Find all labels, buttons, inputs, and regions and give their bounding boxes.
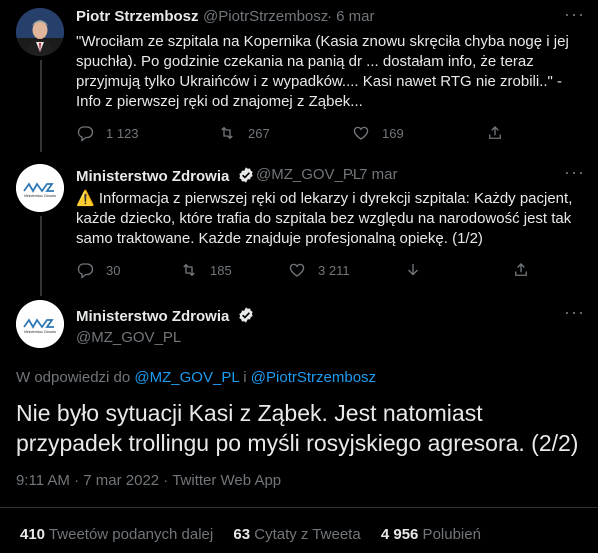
tweet2-like-button[interactable]: 3 211 (288, 261, 350, 279)
tweet1-retweet-button[interactable]: 267 (218, 124, 270, 142)
tweet2-date[interactable]: · 7 mar (350, 166, 398, 183)
retweet-icon (221, 126, 233, 140)
tweet1-text-line: "Wrociłam ze szpitala na Kopernika (Kasi… (76, 33, 569, 50)
tweet1-share-button[interactable] (486, 124, 516, 142)
divider (0, 507, 598, 508)
tweet2-reply-count: 30 (106, 262, 121, 278)
main-more-icon[interactable]: ··· (564, 302, 585, 323)
avatar-ministerstwo-main[interactable]: Ministerstwo Zdrowia (16, 300, 64, 348)
tweet2-share-button[interactable] (512, 261, 542, 279)
chevron-down-icon (408, 264, 418, 276)
logo-text: Ministerstwo Zdrowia (24, 194, 56, 198)
quotes-count: 63 (233, 526, 251, 543)
main-author-handle[interactable]: @MZ_GOV_PL (76, 329, 181, 346)
thread-line (40, 60, 42, 152)
engagement-stats: 410 Tweetów podanych dalej 63 Cytaty z T… (20, 526, 497, 543)
retweet-icon (183, 263, 195, 277)
heart-icon (289, 263, 305, 277)
reply-context: W odpowiedzi do @MZ_GOV_PL i @PiotrStrze… (16, 369, 376, 386)
main-author-name[interactable]: Ministerstwo Zdrowia (76, 306, 255, 325)
tweet2-retweet-count: 185 (210, 262, 232, 278)
tweet2-text-line: ⚠️ Informacja z pierwszej ręki od lekarz… (76, 190, 573, 207)
retweets-label: Tweetów podanych dalej (45, 526, 214, 543)
tweet2-retweet-button[interactable]: 185 (180, 261, 232, 279)
retweets-count: 410 (20, 526, 46, 543)
tweet1-date[interactable]: · 6 mar (327, 8, 375, 25)
avatar-piotr[interactable] (16, 8, 64, 56)
tweet1-text: "Wrociłam ze szpitala na Kopernika (Kasi… (76, 32, 586, 112)
reply-icon (77, 263, 94, 279)
likes-count: 4 956 (380, 526, 419, 543)
mention-link[interactable]: @PiotrStrzembosz (251, 369, 376, 386)
tweet1-text-line: Info z pierwszej ręki od znajomej z Ząbe… (76, 93, 363, 110)
heart-icon (353, 126, 369, 140)
share-icon (489, 126, 501, 139)
tweet1-like-button[interactable]: 169 (352, 124, 404, 142)
tweet2-author-name[interactable]: Ministerstwo Zdrowia (76, 166, 255, 185)
tweet2-text-line: samo traktowane. Każde znajduje profesjo… (76, 230, 483, 247)
tweet2-stats-button[interactable] (404, 261, 434, 279)
likes-label: Polubień (418, 526, 481, 543)
verified-icon (238, 307, 253, 323)
mention-link[interactable]: @MZ_GOV_PL (134, 369, 239, 386)
quotes-stat[interactable]: 63 Cytaty z Tweeta (233, 526, 360, 543)
main-tweet-text: Nie było sytuacji Kasi z Ząbek. Jest nat… (16, 398, 586, 458)
tweet1-author-handle[interactable]: @PiotrStrzembosz (203, 8, 328, 25)
share-icon (515, 263, 527, 276)
tweet1-text-line: spuchła). Po godzinie czekania na panią … (76, 53, 534, 70)
thread-line (40, 216, 42, 296)
tweet2-text: ⚠️ Informacja z pierwszej ręki od lekarz… (76, 189, 588, 249)
likes-stat[interactable]: 4 956 Polubień (381, 526, 481, 543)
tweet2-text-line: każde dziecko, które trafia do szpitala … (76, 210, 572, 227)
tweet-timestamp[interactable]: 9:11 AM · 7 mar 2022 · Twitter Web App (16, 472, 281, 489)
tweet1-like-count: 169 (382, 125, 404, 141)
tweet1-text-line: przyjmują tylko Ukraińców i z wypadków..… (76, 73, 563, 90)
tweet1-reply-count: 1 123 (106, 125, 139, 141)
tweet1-author-name[interactable]: Piotr Strzembosz (76, 8, 199, 25)
main-author-name-text: Ministerstwo Zdrowia (76, 308, 230, 325)
tweet2-reply-button[interactable]: 30 (76, 261, 120, 279)
quotes-label: Cytaty z Tweeta (250, 526, 361, 543)
verified-icon (238, 167, 253, 183)
tweet1-retweet-count: 267 (248, 125, 270, 141)
tweet2-more-icon[interactable]: ··· (564, 162, 585, 183)
logo-text: Ministerstwo Zdrowia (24, 330, 56, 334)
avatar-ministerstwo[interactable]: Ministerstwo Zdrowia (16, 164, 64, 212)
main-tweet-text-line: przypadek trollingu po myśli rosyjskiego… (16, 430, 579, 456)
tweet1-reply-button[interactable]: 1 123 (76, 124, 139, 142)
reply-and: i (239, 369, 251, 386)
main-tweet-text-line: Nie było sytuacji Kasi z Ząbek. Jest nat… (16, 400, 483, 426)
tweet2-author-handle[interactable]: @MZ_GOV_PL (256, 166, 361, 183)
tweet2-author-name-text: Ministerstwo Zdrowia (76, 168, 230, 185)
tweet1-more-icon[interactable]: ··· (564, 4, 585, 25)
retweets-stat[interactable]: 410 Tweetów podanych dalej (20, 526, 213, 543)
reply-icon (77, 126, 94, 142)
reply-prefix: W odpowiedzi do (16, 369, 135, 386)
tweet2-like-count: 3 211 (318, 262, 350, 278)
